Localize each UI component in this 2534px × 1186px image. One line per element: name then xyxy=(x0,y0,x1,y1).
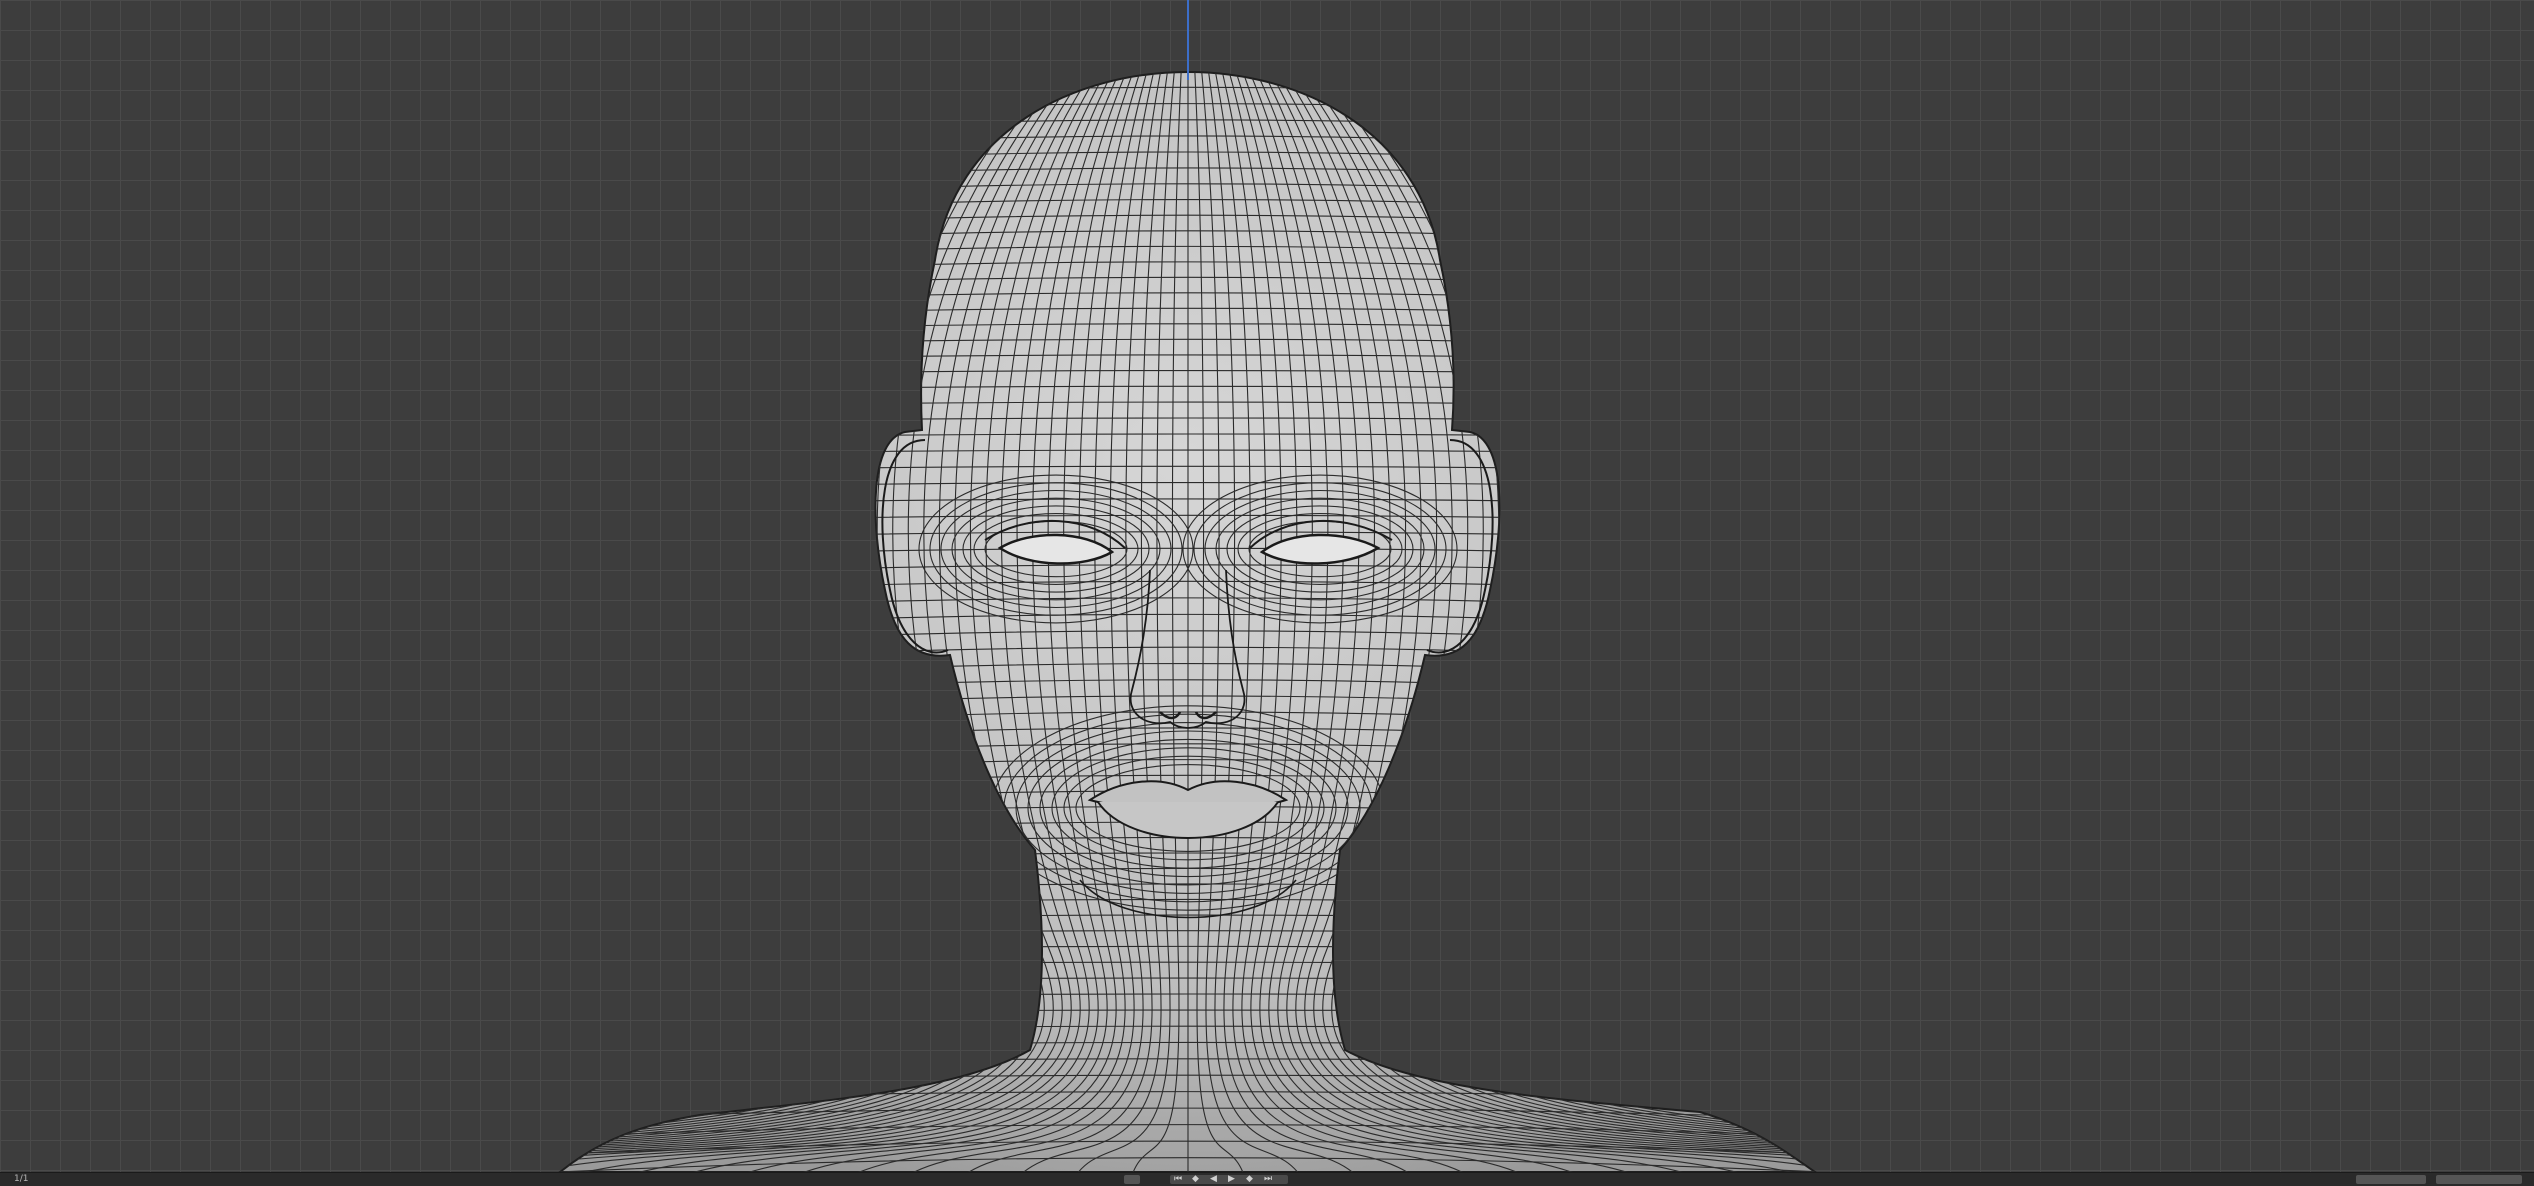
wire-vertical xyxy=(0,60,1018,1172)
jump-end-icon[interactable]: ⏭ xyxy=(1264,1173,1272,1186)
wire-vertical xyxy=(1327,60,2456,1172)
wire-vertical xyxy=(1339,60,2534,1172)
wire-vertical xyxy=(1333,60,2513,1172)
prev-key-icon[interactable]: ◆ xyxy=(1192,1173,1199,1186)
playback-controls: ⏮ ◆ ◀ ▶ ◆ ⏭ xyxy=(1170,1175,1288,1184)
wire-vertical xyxy=(1371,60,2534,1172)
head-mesh-svg xyxy=(0,0,2534,1172)
timeline-button-b[interactable] xyxy=(2436,1175,2522,1184)
wire-vertical xyxy=(0,60,1024,1172)
3d-viewport[interactable] xyxy=(0,0,2534,1172)
timeline-button-a[interactable] xyxy=(2356,1175,2426,1184)
wire-vertical xyxy=(0,60,1031,1172)
keyframe-dropdown-button[interactable] xyxy=(1124,1175,1140,1184)
wire-vertical xyxy=(1377,60,2534,1172)
wire-vertical xyxy=(1358,60,2534,1172)
jump-start-icon[interactable]: ⏮ xyxy=(1174,1173,1182,1186)
wire-vertical xyxy=(1364,60,2534,1172)
wire-vertical xyxy=(1352,60,2534,1172)
play-reverse-icon[interactable]: ◀ xyxy=(1210,1173,1217,1186)
wire-vertical xyxy=(0,60,1005,1172)
z-axis-line xyxy=(1187,0,1189,80)
wire-vertical xyxy=(0,60,1043,1172)
play-icon[interactable]: ▶ xyxy=(1228,1173,1235,1186)
timeline-bar: 1/1 ⏮ ◆ ◀ ▶ ◆ ⏭ xyxy=(0,1172,2534,1186)
wire-vertical xyxy=(0,60,1012,1172)
wire-vertical xyxy=(1346,60,2534,1172)
frame-counter: 1/1 xyxy=(14,1173,28,1186)
next-key-icon[interactable]: ◆ xyxy=(1246,1173,1253,1186)
wire-vertical xyxy=(0,60,999,1172)
wire-vertical xyxy=(0,60,1037,1172)
